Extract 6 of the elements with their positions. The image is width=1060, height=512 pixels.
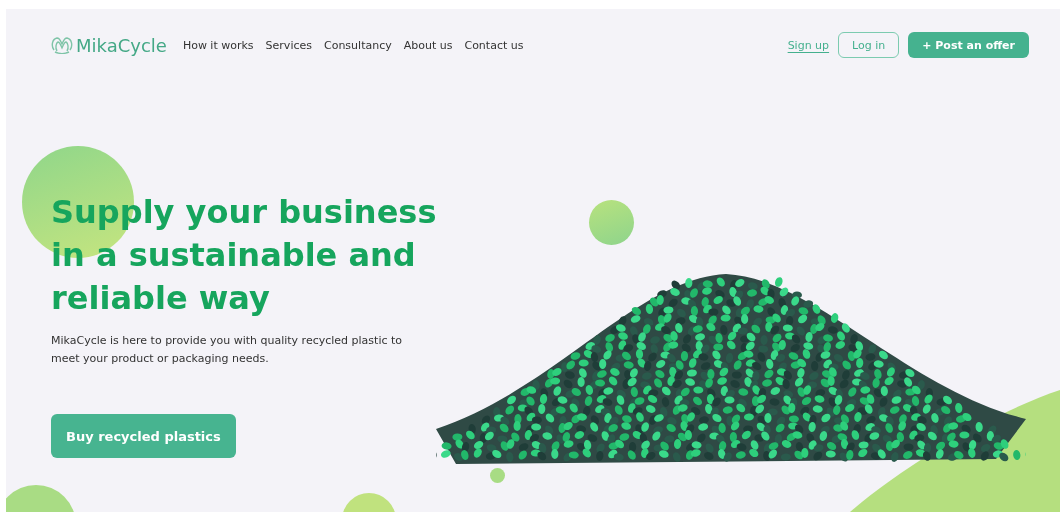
nav-link[interactable]: Services <box>265 38 312 52</box>
nav-link[interactable]: How it works <box>182 38 254 52</box>
hero-description: MikaCycle is here to provide you with quality recycled plastic to meet your product or packaging needs. <box>51 333 404 367</box>
nav-link[interactable]: About us <box>403 38 453 52</box>
nav-link[interactable]: Consultancy <box>324 38 392 52</box>
nav-link[interactable]: Contact us <box>464 38 524 52</box>
